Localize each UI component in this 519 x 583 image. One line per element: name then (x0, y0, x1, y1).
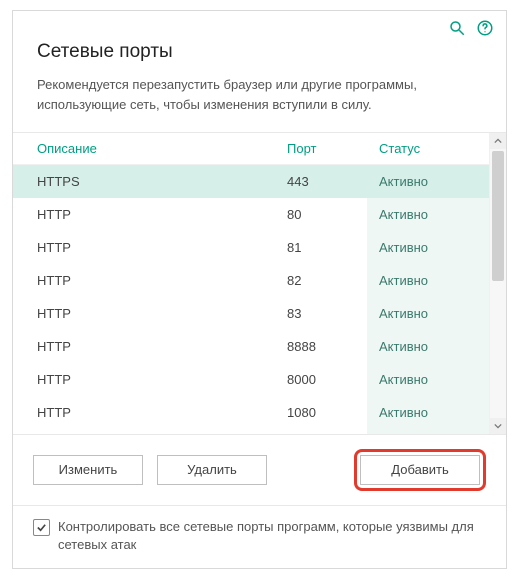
delete-button[interactable]: Удалить (157, 455, 267, 485)
table-row[interactable]: HTTP1080Активно (13, 396, 489, 429)
add-button-highlight: Добавить (354, 449, 486, 491)
cell-port: 82 (287, 273, 367, 288)
cell-status: Активно (367, 198, 489, 231)
scroll-up-button[interactable] (490, 133, 506, 149)
cell-port: 8888 (287, 339, 367, 354)
cell-status: Активно (367, 429, 489, 434)
cell-port: 8000 (287, 372, 367, 387)
monitor-ports-option[interactable]: Контролировать все сетевые порты програм… (13, 506, 506, 568)
col-header-description[interactable]: Описание (37, 141, 287, 156)
add-button[interactable]: Добавить (360, 455, 480, 485)
cell-description: HTTP (37, 372, 287, 387)
cell-status: Активно (367, 264, 489, 297)
cell-status: Активно (367, 297, 489, 330)
cell-port: 80 (287, 207, 367, 222)
table-row[interactable]: HTTP80Активно (13, 198, 489, 231)
page-subtitle: Рекомендуется перезапустить браузер или … (37, 75, 482, 114)
vertical-scrollbar[interactable] (489, 133, 506, 434)
table-header: Описание Порт Статус (13, 133, 489, 165)
cell-port: 83 (287, 306, 367, 321)
cell-status: Активно (367, 165, 489, 198)
page-title: Сетевые порты (37, 41, 482, 63)
table-row[interactable]: HTTP8888Активно (13, 330, 489, 363)
col-header-status[interactable]: Статус (367, 141, 489, 156)
cell-description: HTTPS (37, 174, 287, 189)
monitor-ports-label: Контролировать все сетевые порты програм… (58, 518, 486, 554)
table-row[interactable]: HTTP81Активно (13, 231, 489, 264)
top-icon-bar (448, 19, 494, 37)
cell-port: 1080 (287, 405, 367, 420)
cell-description: HTTP (37, 339, 287, 354)
cell-description: HTTP (37, 240, 287, 255)
table-row[interactable]: HTTP83Активно (13, 297, 489, 330)
network-ports-panel: Сетевые порты Рекомендуется перезапустит… (12, 10, 507, 569)
monitor-ports-checkbox[interactable] (33, 519, 50, 536)
scroll-down-button[interactable] (490, 418, 506, 434)
table-row[interactable]: HTTP82Активно (13, 264, 489, 297)
cell-port: 81 (287, 240, 367, 255)
cell-port: 443 (287, 174, 367, 189)
cell-description: HTTP (37, 273, 287, 288)
action-button-row: Изменить Удалить Добавить (13, 435, 506, 506)
cell-status: Активно (367, 330, 489, 363)
edit-button[interactable]: Изменить (33, 455, 143, 485)
cell-status: Активно (367, 231, 489, 264)
search-icon[interactable] (448, 19, 466, 37)
table-row[interactable]: HTTPS443Активно (13, 165, 489, 198)
scroll-thumb[interactable] (492, 151, 504, 281)
col-header-port[interactable]: Порт (287, 141, 367, 156)
ports-table: Описание Порт Статус HTTPS443АктивноHTTP… (13, 132, 506, 435)
cell-description: HTTP (37, 405, 287, 420)
cell-description: HTTP (37, 207, 287, 222)
cell-status: Активно (367, 396, 489, 429)
table-row[interactable]: HTTP8000Активно (13, 363, 489, 396)
help-icon[interactable] (476, 19, 494, 37)
cell-description: HTTP (37, 306, 287, 321)
cell-status: Активно (367, 363, 489, 396)
table-row[interactable]: HTTP7900Активно (13, 429, 489, 434)
